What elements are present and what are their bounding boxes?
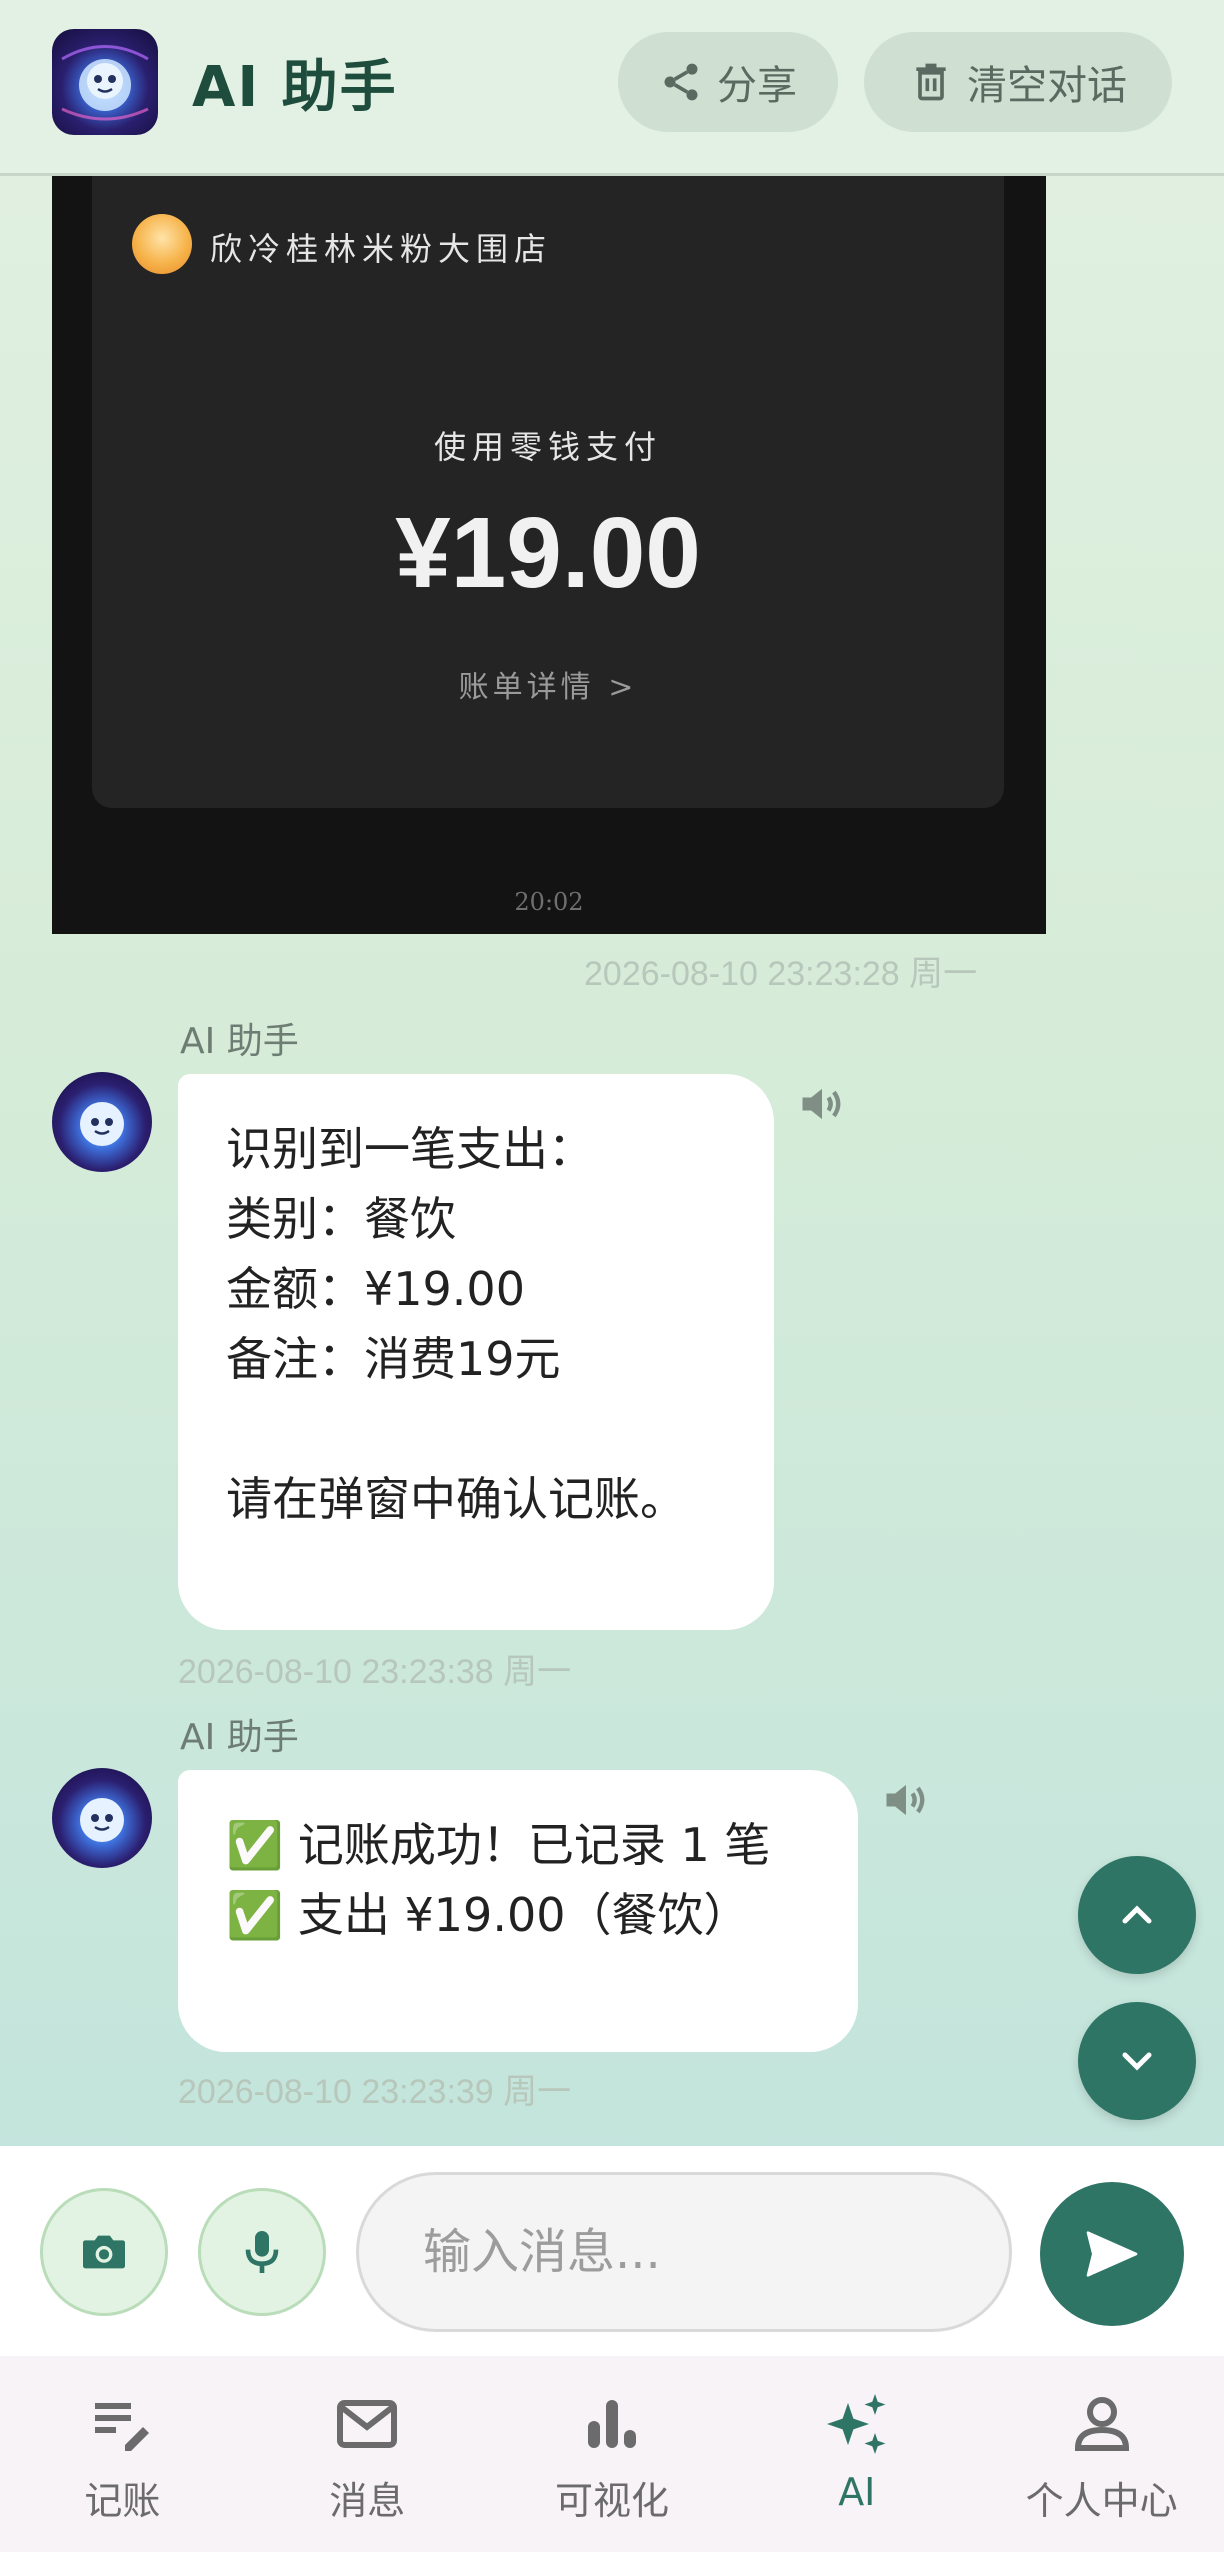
nav-label: 消息 [329,2479,406,2523]
microphone-button[interactable] [198,2188,326,2316]
message-line [226,1394,726,1464]
bill-detail-link: 账单详情 > [458,670,638,705]
share-icon [664,63,698,101]
payment-amount: ¥19.00 [395,497,701,609]
camera-icon [83,2235,125,2269]
message-line: 类别：餐饮 [226,1192,456,1246]
speaker-icon[interactable] [880,1774,932,1826]
share-button-label: 分享 [717,63,797,109]
nav-item-ai[interactable]: AI [734,2356,979,2552]
clear-button-label: 清空对话 [967,63,1127,109]
chevron-down-icon [1122,2052,1152,2071]
receipt-time: 20:02 [514,888,584,916]
trash-icon [916,63,946,101]
nav-label: 记账 [84,2479,161,2523]
ai-message-bubble: ✅ 记账成功！已记录 1 笔 ✅ 支出 ¥19.00（餐饮） [178,1770,858,2052]
sender-name: AI 助手 [180,1021,299,1062]
merchant-logo [132,214,192,274]
microphone-icon [245,2231,279,2273]
send-icon [1086,2231,1138,2277]
page-title: AI 助手 [192,55,398,120]
message-line: ✅ 支出 ¥19.00（餐饮） [226,1888,750,1942]
message-line: 请在弹窗中确认记账。 [226,1472,686,1526]
send-button[interactable] [1040,2182,1184,2326]
scroll-up-button[interactable] [1078,1856,1196,1974]
nav-item-profile[interactable]: 个人中心 [979,2356,1224,2552]
person-icon [1074,2397,1129,2451]
bottom-nav: 记账 消息 可视化 AI 个人中心 [0,2356,1224,2552]
message-timestamp: 2026-08-10 23:23:39 周一 [178,2073,572,2111]
speaker-icon[interactable] [796,1078,848,1130]
nav-item-messages[interactable]: 消息 [245,2356,490,2552]
edit-note-icon [95,2403,150,2451]
receipt-card: 欣冷桂林米粉大围店 使用零钱支付 ¥19.00 账单详情 > [92,176,1004,808]
payment-method: 使用零钱支付 [433,428,662,466]
ai-avatar [52,1768,152,1868]
scroll-down-button[interactable] [1078,2002,1196,2120]
nav-item-bookkeeping[interactable]: 记账 [0,2356,245,2552]
ai-avatar [52,1072,152,1172]
message-input[interactable] [356,2172,1012,2332]
ai-message-bubble: 识别到一笔支出： 类别：餐饮 金额：¥19.00 备注：消费19元 请在弹窗中确… [178,1074,774,1630]
message-line: 识别到一笔支出： [226,1122,594,1176]
nav-label: 可视化 [554,2479,669,2523]
sparkle-icon [826,2394,886,2454]
camera-button[interactable] [40,2188,168,2316]
app-logo [52,29,158,135]
sender-name: AI 助手 [180,1717,299,1758]
app-header: AI 助手 分享 清空对话 [0,0,1224,176]
message-line: 金额：¥19.00 [226,1262,525,1316]
merchant-name: 欣冷桂林米粉大围店 [210,230,553,268]
message-timestamp: 2026-08-10 23:23:28 周一 [584,955,978,993]
clear-chat-button[interactable]: 清空对话 [864,32,1172,132]
mail-icon [337,2400,398,2448]
message-line: 备注：消费19元 [226,1332,561,1386]
message-timestamp: 2026-08-10 23:23:38 周一 [178,1653,572,1691]
nav-item-visualization[interactable]: 可视化 [490,2356,735,2552]
share-button[interactable]: 分享 [618,32,838,132]
input-bar [0,2146,1224,2356]
message-line: ✅ 记账成功！已记录 1 笔 [226,1818,771,1872]
receipt-image-message[interactable]: 欣冷桂林米粉大围店 使用零钱支付 ¥19.00 账单详情 > 20:02 [52,176,1046,934]
nav-label: AI [838,2470,876,2514]
chevron-up-icon [1122,1905,1152,1924]
nav-label: 个人中心 [1025,2479,1178,2523]
bar-chart-icon [587,2400,636,2448]
